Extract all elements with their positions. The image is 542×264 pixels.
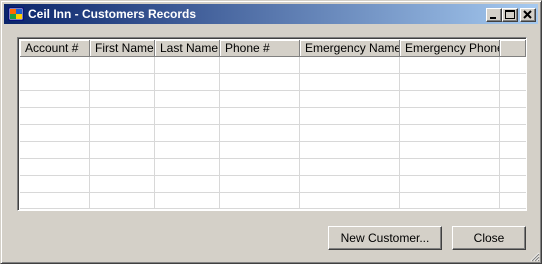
column-header-emergency-phone[interactable]: Emergency Phone (400, 40, 500, 57)
maximize-icon (505, 10, 515, 19)
minimize-icon (490, 17, 496, 19)
close-icon (523, 10, 532, 19)
row-divider (20, 208, 526, 209)
customers-grid[interactable]: Account # First Name Last Name Phone # E… (17, 37, 527, 211)
column-header-account[interactable]: Account # (20, 40, 90, 57)
resize-grip-icon[interactable] (528, 250, 540, 262)
grid-body[interactable] (20, 57, 526, 209)
column-divider (399, 57, 400, 209)
column-header-last-name[interactable]: Last Name (155, 40, 220, 57)
table-row[interactable] (20, 91, 500, 108)
close-button[interactable]: Close (452, 226, 526, 250)
table-row[interactable] (20, 142, 500, 159)
column-header-phone[interactable]: Phone # (220, 40, 300, 57)
column-divider (219, 57, 220, 209)
table-row[interactable] (20, 57, 500, 74)
table-row[interactable] (20, 159, 500, 176)
column-divider (299, 57, 300, 209)
close-window-button[interactable] (520, 8, 536, 22)
column-divider (89, 57, 90, 209)
column-header-first-name[interactable]: First Name (90, 40, 155, 57)
column-divider (499, 57, 500, 209)
table-row[interactable] (20, 176, 500, 193)
app-window-icon[interactable] (8, 6, 24, 22)
minimize-button[interactable] (486, 8, 502, 22)
column-divider (154, 57, 155, 209)
table-row[interactable] (20, 108, 500, 125)
maximize-button[interactable] (502, 8, 518, 22)
window-title: Ceil Inn - Customers Records (28, 7, 197, 21)
table-row[interactable] (20, 125, 500, 142)
column-header-emergency-name[interactable]: Emergency Name (300, 40, 400, 57)
grid-header-row: Account # First Name Last Name Phone # E… (20, 40, 526, 57)
customers-records-window: Ceil Inn - Customers Records Account # F… (0, 0, 542, 264)
table-row[interactable] (20, 74, 500, 91)
title-bar[interactable]: Ceil Inn - Customers Records (4, 4, 538, 24)
column-header-filler (500, 40, 526, 57)
new-customer-button[interactable]: New Customer... (328, 226, 442, 250)
